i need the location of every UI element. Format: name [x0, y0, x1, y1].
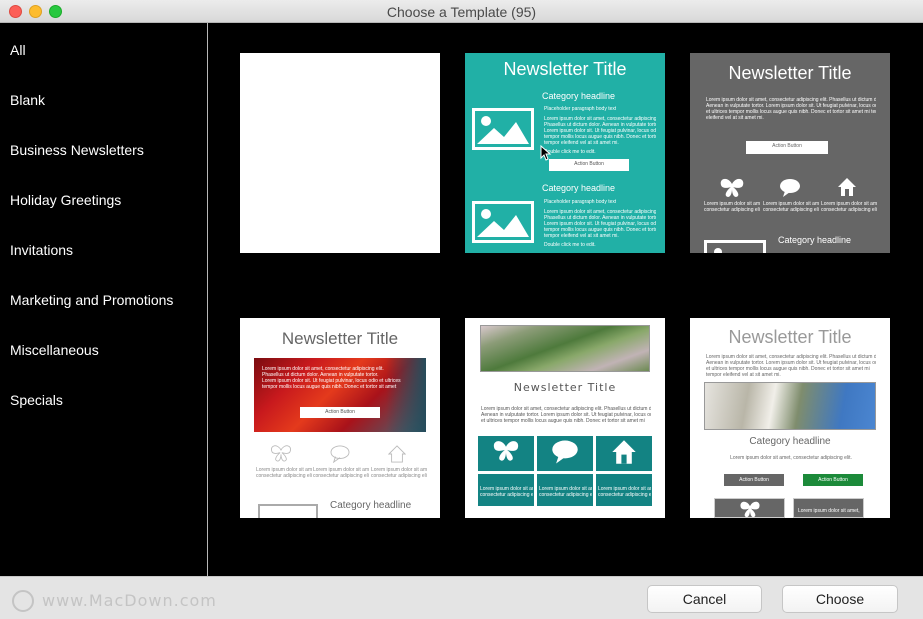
image-placeholder-icon	[472, 108, 534, 150]
template-chooser-window: Choose a Template (95) All Blank Busines…	[0, 0, 923, 619]
macdown-logo-icon	[12, 590, 34, 612]
house-tile	[596, 436, 652, 471]
image-placeholder-icon	[704, 240, 766, 253]
speech-bubble-icon	[552, 440, 578, 464]
text-tile: Lorem ipsum dolor sit amet,	[793, 498, 864, 518]
category-invitations[interactable]: Invitations	[10, 242, 73, 258]
title-bar: Choose a Template (95)	[0, 0, 923, 23]
column-text: consectetur adipiscing elit.	[256, 473, 312, 479]
template-grid: Newsletter Title Category headline Place…	[209, 23, 923, 576]
lorem-line: tempor eleifend vel at sit amet mi.	[544, 140, 619, 146]
butterfly-icon	[271, 445, 291, 462]
category-headline: Category headline	[330, 500, 412, 511]
butterfly-tile	[478, 436, 534, 471]
placeholder-text: Placeholder paragraph body text	[544, 106, 617, 112]
template-title: Newsletter Title	[281, 329, 399, 348]
lorem-line: eleifend vel at sit amet mi.	[706, 115, 764, 121]
column-text: consectetur adipiscing elit.	[313, 473, 369, 479]
placeholder-text: Placeholder paragraph body text	[544, 199, 617, 205]
speech-bubble-icon	[330, 445, 350, 463]
speech-bubble-icon	[780, 179, 800, 197]
category-all[interactable]: All	[10, 42, 26, 58]
column-text: consectetur adipiscing elit.	[539, 492, 592, 498]
column-text: consectetur adipiscing elit.	[598, 492, 651, 498]
watermark-text: www.MacDown.com	[42, 591, 217, 610]
image-placeholder-icon	[258, 504, 318, 518]
category-headline: Category headline	[542, 183, 616, 193]
edit-hint: Double click me to edit.	[544, 242, 596, 248]
hero-image	[480, 325, 650, 372]
template-title: Newsletter Title	[513, 381, 617, 394]
lorem-line: Lorem ipsum dolor sit amet, consectetur …	[730, 455, 852, 461]
house-icon	[388, 445, 406, 463]
butterfly-icon	[720, 178, 744, 197]
category-blank[interactable]: Blank	[10, 92, 45, 108]
action-button: Action Button	[724, 474, 784, 486]
image-placeholder-icon	[472, 201, 534, 243]
house-icon	[612, 440, 636, 464]
column-text: consectetur adipiscing elit.	[704, 207, 760, 213]
category-business-newsletters[interactable]: Business Newsletters	[10, 142, 144, 158]
column-text: Lorem ipsum dolor sit amet,	[798, 508, 860, 514]
window-title: Choose a Template (95)	[386, 4, 537, 20]
category-miscellaneous[interactable]: Miscellaneous	[10, 342, 99, 358]
template-blank[interactable]	[240, 53, 440, 253]
lorem-line: et ultrices tempor mollis locus augue qu…	[481, 418, 645, 424]
lorem-line: tempor mollis locus augue quis nibh. Don…	[262, 384, 397, 390]
category-holiday-greetings[interactable]: Holiday Greetings	[10, 192, 121, 208]
category-sidebar: All Blank Business Newsletters Holiday G…	[0, 23, 208, 576]
butterfly-tile	[714, 498, 785, 518]
category-headline: Category headline	[749, 436, 831, 447]
template-title: Newsletter Title	[728, 327, 852, 347]
category-headline: Category headline	[542, 91, 616, 101]
column-text: consectetur adipiscing elit.	[371, 473, 427, 479]
template-title: Newsletter Title	[728, 63, 852, 83]
template-photo-newsletter[interactable]: Newsletter Title Lorem ipsum dolor sit a…	[240, 318, 440, 518]
butterfly-icon	[740, 501, 760, 518]
action-button: Action Button	[300, 407, 380, 418]
action-button: Action Button	[746, 141, 828, 154]
action-button: Action Button	[803, 474, 863, 486]
speech-tile	[537, 436, 593, 471]
dialog-footer: www.MacDown.com Cancel Choose	[0, 576, 923, 619]
template-blossom-newsletter[interactable]: Newsletter Title Lorem ipsum dolor sit a…	[690, 318, 890, 518]
hero-image	[704, 382, 876, 430]
column-text: consectetur adipiscing elit.	[763, 207, 819, 213]
template-teal-newsletter[interactable]: Newsletter Title Category headline Place…	[465, 53, 665, 253]
template-leaf-newsletter[interactable]: Newsletter Title Lorem ipsum dolor sit a…	[465, 318, 665, 518]
butterfly-icon	[493, 441, 519, 461]
category-marketing-and-promotions[interactable]: Marketing and Promotions	[10, 292, 173, 308]
template-gray-newsletter[interactable]: Newsletter Title Lorem ipsum dolor sit a…	[690, 53, 890, 253]
lorem-line: tempor eleifend vel at sit amet mi.	[544, 233, 619, 239]
action-button: Action Button	[549, 159, 629, 171]
choose-button[interactable]: Choose	[782, 585, 898, 613]
column-text: consectetur adipiscing elit.	[480, 492, 533, 498]
lorem-line: tempor eleifend vel at sit amet mi.	[706, 372, 781, 378]
cancel-button[interactable]: Cancel	[647, 585, 762, 613]
mouse-cursor-icon	[540, 145, 552, 161]
category-headline: Category headline	[778, 235, 852, 245]
category-specials[interactable]: Specials	[10, 392, 63, 408]
house-icon	[838, 178, 856, 196]
column-text: consectetur adipiscing elit.	[821, 207, 877, 213]
template-title: Newsletter Title	[503, 59, 627, 79]
